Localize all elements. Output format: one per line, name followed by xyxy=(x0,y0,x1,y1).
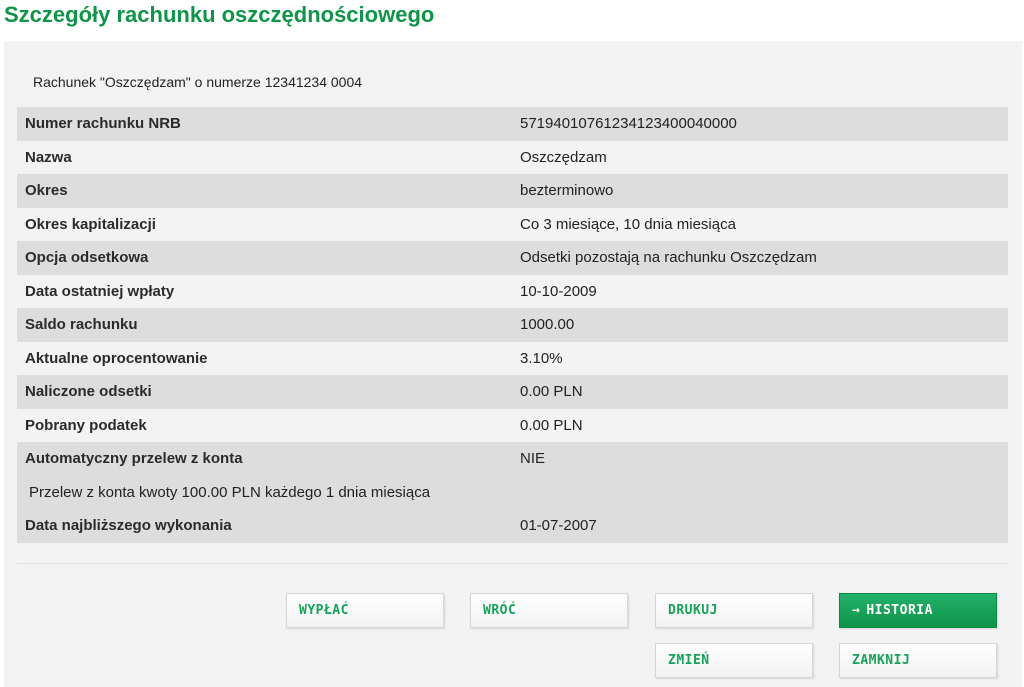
history-button-label: HISTORIA xyxy=(866,603,933,618)
row-interest-option: Opcja odsetkowa Odsetki pozostają na rac… xyxy=(17,241,1008,275)
back-button[interactable]: WRÓĆ xyxy=(470,593,628,628)
row-label: Naliczone odsetki xyxy=(25,383,152,400)
row-accrued-interest: Naliczone odsetki 0.00 PLN xyxy=(17,375,1008,409)
row-value: 57194010761234123400040000 xyxy=(520,115,737,132)
row-label: Saldo rachunku xyxy=(25,316,138,333)
row-name: Nazwa Oszczędzam xyxy=(17,141,1008,175)
row-interest-rate: Aktualne oprocentowanie 3.10% xyxy=(17,342,1008,376)
row-nrb: Numer rachunku NRB 571940107612341234000… xyxy=(17,107,1008,141)
row-value: 0.00 PLN xyxy=(520,383,583,400)
row-label: Okres kapitalizacji xyxy=(25,215,156,233)
transfer-note: Przelew z konta kwoty 100.00 PLN każdego… xyxy=(29,483,431,501)
row-value: NIE xyxy=(520,450,546,467)
row-value: 3.10% xyxy=(520,349,563,367)
row-label: Opcja odsetkowa xyxy=(25,249,149,266)
account-info: Rachunek "Oszczędzam" o numerze 12341234… xyxy=(33,74,363,90)
row-label: Data ostatniej wpłaty xyxy=(25,282,175,300)
row-balance: Saldo rachunku 1000.00 xyxy=(17,308,1008,342)
row-label: Nazwa xyxy=(25,148,72,166)
row-value: Co 3 miesiące, 10 dnia miesiąca xyxy=(520,215,736,233)
row-next-execution: Data najbliższego wykonania 01-07-2007 xyxy=(17,509,1008,543)
close-button[interactable]: ZAMKNIJ xyxy=(839,643,997,678)
row-label: Aktualne oprocentowanie xyxy=(25,349,208,367)
row-value: 10-10-2009 xyxy=(520,282,597,300)
row-transfer-note: Przelew z konta kwoty 100.00 PLN każdego… xyxy=(17,475,1008,509)
print-button[interactable]: DRUKUJ xyxy=(655,593,813,628)
row-period: Okres bezterminowo xyxy=(17,174,1008,208)
row-capitalization: Okres kapitalizacji Co 3 miesiące, 10 dn… xyxy=(17,208,1008,242)
row-value: Oszczędzam xyxy=(520,148,607,166)
row-label: Data najbliższego wykonania xyxy=(25,517,232,534)
withdraw-button[interactable]: WYPŁAĆ xyxy=(286,593,444,628)
row-label: Pobrany podatek xyxy=(25,416,147,434)
row-value: Odsetki pozostają na rachunku Oszczędzam xyxy=(520,249,817,266)
row-value: 1000.00 xyxy=(520,316,575,333)
history-button[interactable]: → HISTORIA xyxy=(839,593,997,628)
row-value: bezterminowo xyxy=(520,182,614,199)
row-value: 0.00 PLN xyxy=(520,416,583,434)
details-table: Numer rachunku NRB 571940107612341234000… xyxy=(17,107,1008,543)
row-tax: Pobrany podatek 0.00 PLN xyxy=(17,409,1008,443)
divider xyxy=(17,563,1008,564)
row-label: Numer rachunku NRB xyxy=(25,115,181,132)
row-label: Okres xyxy=(25,182,68,199)
change-button[interactable]: ZMIEŃ xyxy=(655,643,813,678)
page-title: Szczegóły rachunku oszczędnościowego xyxy=(4,2,435,27)
row-auto-transfer: Automatyczny przelew z konta NIE xyxy=(17,442,1008,476)
arrow-right-icon: → xyxy=(852,603,861,618)
row-last-deposit: Data ostatniej wpłaty 10-10-2009 xyxy=(17,275,1008,309)
row-value: 01-07-2007 xyxy=(520,517,597,534)
row-label: Automatyczny przelew z konta xyxy=(25,450,243,467)
